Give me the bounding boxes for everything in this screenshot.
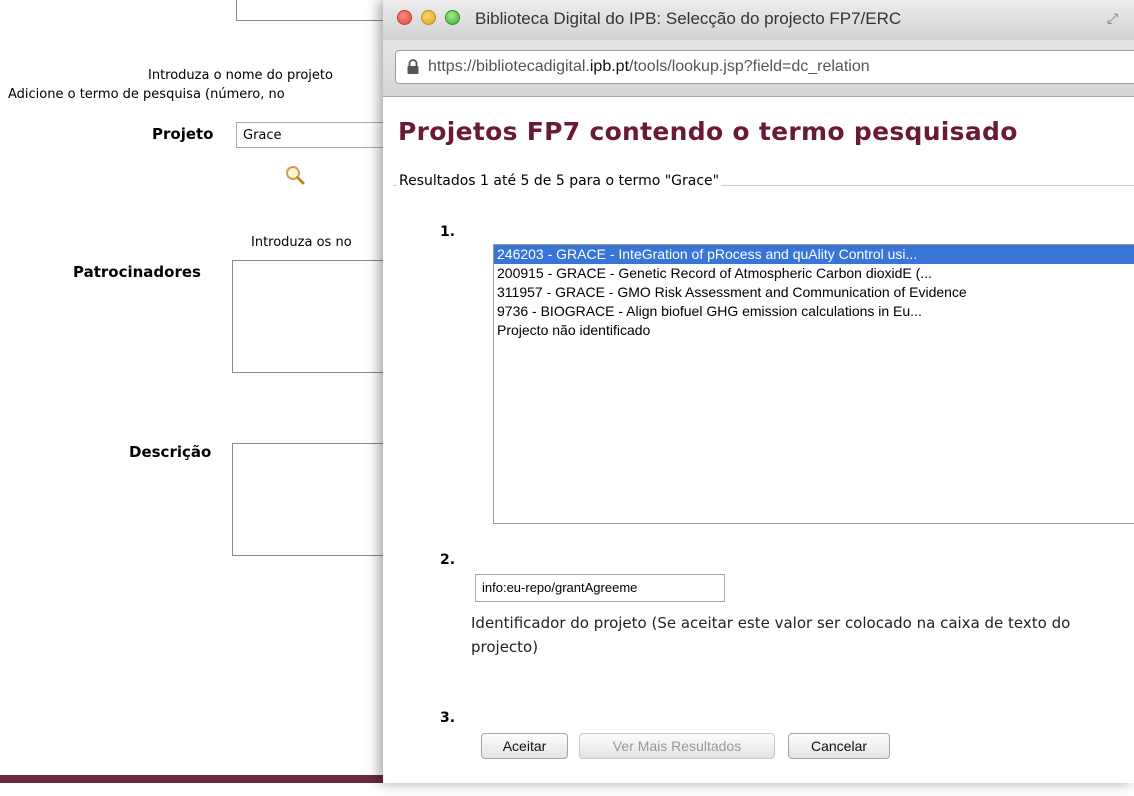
result-option[interactable]: Projecto não identificado [494, 321, 1134, 340]
close-window-button[interactable] [397, 10, 412, 25]
patrocinadores-label: Patrocinadores [73, 263, 201, 281]
top-textarea[interactable] [236, 0, 397, 21]
results-legend: Resultados 1 até 5 de 5 para o termo "Gr… [397, 173, 722, 189]
step-2-label: 2. [440, 552, 456, 568]
result-option[interactable]: 200915 - GRACE - Genetic Record of Atmos… [494, 264, 1134, 283]
result-option[interactable]: 246203 - GRACE - InteGration of pRocess … [494, 245, 1134, 264]
step-3-label: 3. [440, 710, 456, 726]
url-bar: https://bibliotecadigital.ipb.pt/tools/l… [383, 40, 1134, 97]
zoom-window-button[interactable] [445, 10, 460, 25]
patrocinadores-textarea[interactable] [232, 260, 402, 373]
address-field[interactable]: https://bibliotecadigital.ipb.pt/tools/l… [395, 50, 1134, 84]
lookup-popup-window: Biblioteca Digital do IPB: Selecção do p… [383, 0, 1134, 783]
popup-content: Projetos FP7 contendo o termo pesquisado… [383, 97, 1134, 783]
window-titlebar[interactable]: Biblioteca Digital do IPB: Selecção do p… [383, 0, 1134, 41]
projeto-label: Projeto [152, 125, 214, 143]
step-1-label: 1. [440, 224, 456, 240]
sponsors-intro-text: Introduza os no [251, 235, 352, 250]
identifier-input[interactable]: info:eu-repo/grantAgreeme [475, 574, 725, 602]
descricao-textarea[interactable] [232, 443, 402, 556]
minimize-window-button[interactable] [421, 10, 436, 25]
identifier-hint: Identificador do projeto (Se aceitar est… [471, 614, 1071, 656]
page-title: Projetos FP7 contendo o termo pesquisado [398, 117, 1018, 146]
footer-bar [0, 775, 390, 783]
add-search-term-text: Adicione o termo de pesquisa (número, no [8, 87, 285, 102]
result-option[interactable]: 9736 - BIOGRACE - Align biofuel GHG emis… [494, 302, 1134, 321]
url-text: https://bibliotecadigital.ipb.pt/tools/l… [428, 58, 870, 76]
url-path: /tools/lookup.jsp?field=dc_relation [629, 58, 870, 75]
results-listbox[interactable]: 246203 - GRACE - InteGration of pRocess … [493, 244, 1134, 524]
more-results-button[interactable]: Ver Mais Resultados [579, 733, 775, 759]
descricao-label: Descrição [129, 443, 212, 461]
fullscreen-icon[interactable]: ⤢ [1107, 11, 1118, 27]
lock-icon [407, 59, 419, 74]
search-icon[interactable] [284, 164, 306, 186]
url-prefix: https://bibliotecadigital. [428, 58, 590, 75]
accept-button[interactable]: Aceitar [481, 733, 568, 759]
url-domain: ipb.pt [589, 58, 630, 75]
result-option[interactable]: 311957 - GRACE - GMO Risk Assessment and… [494, 283, 1134, 302]
projeto-input[interactable]: Grace [236, 122, 396, 148]
window-title: Biblioteca Digital do IPB: Selecção do p… [475, 9, 902, 28]
cancel-button[interactable]: Cancelar [788, 733, 890, 759]
intro-project-text: Introduza o nome do projeto [148, 68, 333, 83]
